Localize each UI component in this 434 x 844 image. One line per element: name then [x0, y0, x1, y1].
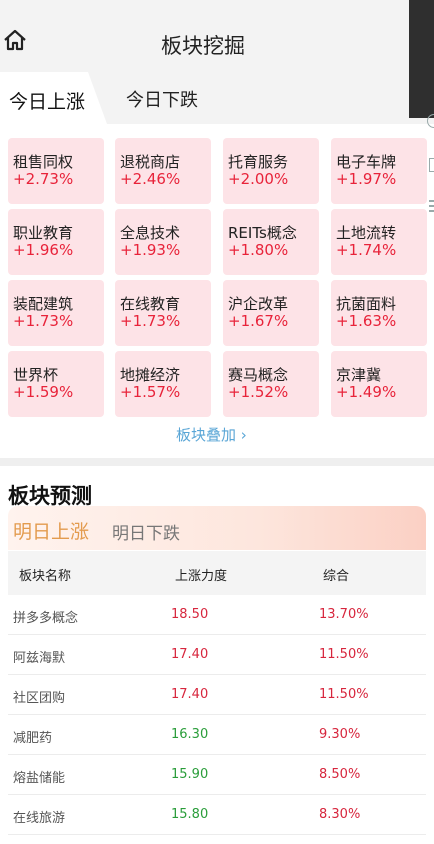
sector-name: 托育服务: [228, 153, 289, 171]
sector-change: +1.73%: [120, 312, 181, 330]
sector-name: 在线教育: [120, 295, 181, 313]
sector-change: +1.49%: [336, 383, 397, 401]
tab-today-up-label: 今日上涨: [9, 91, 86, 113]
tab-today-up[interactable]: 今日上涨: [0, 72, 107, 124]
document-icon[interactable]: [429, 158, 434, 172]
sector-card[interactable]: 世界杯 +1.59%: [8, 351, 104, 417]
side-drawer[interactable]: [409, 0, 434, 118]
sector-card[interactable]: 退税商店 +2.46%: [115, 138, 211, 204]
row-strength: 17.40: [171, 687, 209, 702]
sector-card[interactable]: 租售同权 +2.73%: [8, 138, 104, 204]
row-total: 11.50%: [319, 687, 369, 702]
sector-card[interactable]: 在线教育 +1.73%: [115, 280, 211, 346]
sector-name: 全息技术: [120, 224, 181, 242]
sector-card[interactable]: 地摊经济 +1.57%: [115, 351, 211, 417]
menu-icon[interactable]: [429, 200, 434, 212]
row-total: 13.70%: [319, 607, 369, 622]
sector-name: 沪企改革: [228, 295, 289, 313]
sector-name: 退税商店: [120, 153, 181, 171]
sector-name: 装配建筑: [13, 295, 74, 313]
circle-icon[interactable]: [427, 114, 434, 128]
sector-card[interactable]: 装配建筑 +1.73%: [8, 280, 104, 346]
row-total: 8.30%: [319, 807, 361, 822]
section-divider: [0, 458, 434, 466]
row-sector-name: 在线旅游: [13, 811, 66, 826]
sector-name: REITs概念: [228, 224, 297, 242]
row-strength: 18.50: [171, 607, 209, 622]
table-row[interactable]: 阿兹海默 17.40 11.50%: [8, 635, 426, 675]
sector-card[interactable]: 抗菌面料 +1.63%: [331, 280, 427, 346]
sector-change: +1.59%: [13, 383, 74, 401]
row-sector-name: 减肥药: [13, 731, 53, 746]
table-row[interactable]: 减肥药 16.30 9.30%: [8, 715, 426, 755]
table-row[interactable]: 熔盐储能 15.90 8.50%: [8, 755, 426, 795]
sector-overlay-link[interactable]: 板块叠加 ›: [176, 424, 247, 445]
sector-card[interactable]: 全息技术 +1.93%: [115, 209, 211, 275]
sector-change: +2.00%: [228, 170, 289, 188]
table-row[interactable]: 社区团购 17.40 11.50%: [8, 675, 426, 715]
row-sector-name: 社区团购: [13, 691, 66, 706]
sector-change: +1.97%: [336, 170, 397, 188]
sector-change: +1.73%: [13, 312, 74, 330]
tab-tomorrow-up[interactable]: 明日上涨: [13, 517, 89, 544]
row-strength: 15.90: [171, 767, 209, 782]
sector-name: 赛马概念: [228, 366, 289, 384]
sector-change: +1.57%: [120, 383, 181, 401]
row-sector-name: 阿兹海默: [13, 651, 66, 666]
sector-card[interactable]: 托育服务 +2.00%: [223, 138, 319, 204]
sector-name: 世界杯: [13, 366, 59, 384]
table-row[interactable]: 在线旅游 15.80 8.30%: [8, 795, 426, 835]
table-header: 板块名称 上涨力度 综合: [8, 551, 426, 595]
sector-change: +2.46%: [120, 170, 181, 188]
sector-name: 电子车牌: [336, 153, 397, 171]
sector-name: 京津冀: [336, 366, 382, 384]
row-strength: 15.80: [171, 807, 209, 822]
sector-card[interactable]: 土地流转 +1.74%: [331, 209, 427, 275]
sector-card[interactable]: 沪企改革 +1.67%: [223, 280, 319, 346]
sector-card[interactable]: 京津冀 +1.49%: [331, 351, 427, 417]
sector-name: 土地流转: [336, 224, 397, 242]
row-strength: 17.40: [171, 647, 209, 662]
column-header-strength: 上涨力度: [175, 569, 228, 584]
row-total: 9.30%: [319, 727, 361, 742]
prediction-tabs: 明日上涨 明日下跌: [8, 506, 426, 550]
row-strength: 16.30: [171, 727, 209, 742]
sector-name: 抗菌面料: [336, 295, 397, 313]
page-title: 板块挖掘: [161, 34, 245, 58]
sector-card[interactable]: REITs概念 +1.80%: [223, 209, 319, 275]
sector-name: 职业教育: [13, 224, 74, 242]
column-header-total: 综合: [323, 569, 350, 584]
header-bar: 板块挖掘 今日上涨 今日下跌: [0, 0, 434, 124]
row-total: 11.50%: [319, 647, 369, 662]
sector-name: 租售同权: [13, 153, 74, 171]
tab-tomorrow-down[interactable]: 明日下跌: [112, 519, 180, 544]
sector-change: +1.80%: [228, 241, 289, 259]
sector-change: +2.73%: [13, 170, 74, 188]
sector-change: +1.96%: [13, 241, 74, 259]
row-sector-name: 拼多多概念: [13, 611, 79, 626]
row-sector-name: 熔盐储能: [13, 771, 66, 786]
sector-change: +1.93%: [120, 241, 181, 259]
tab-today-down[interactable]: 今日下跌: [126, 86, 198, 112]
row-total: 8.50%: [319, 767, 361, 782]
sector-card[interactable]: 电子车牌 +1.97%: [331, 138, 427, 204]
sector-change: +1.63%: [336, 312, 397, 330]
table-row[interactable]: 拼多多概念 18.50 13.70%: [8, 595, 426, 635]
sector-card[interactable]: 赛马概念 +1.52%: [223, 351, 319, 417]
sector-name: 地摊经济: [120, 366, 181, 384]
column-header-name: 板块名称: [19, 569, 72, 584]
sector-change: +1.74%: [336, 241, 397, 259]
sector-change: +1.52%: [228, 383, 289, 401]
sector-change: +1.67%: [228, 312, 289, 330]
sector-card[interactable]: 职业教育 +1.96%: [8, 209, 104, 275]
